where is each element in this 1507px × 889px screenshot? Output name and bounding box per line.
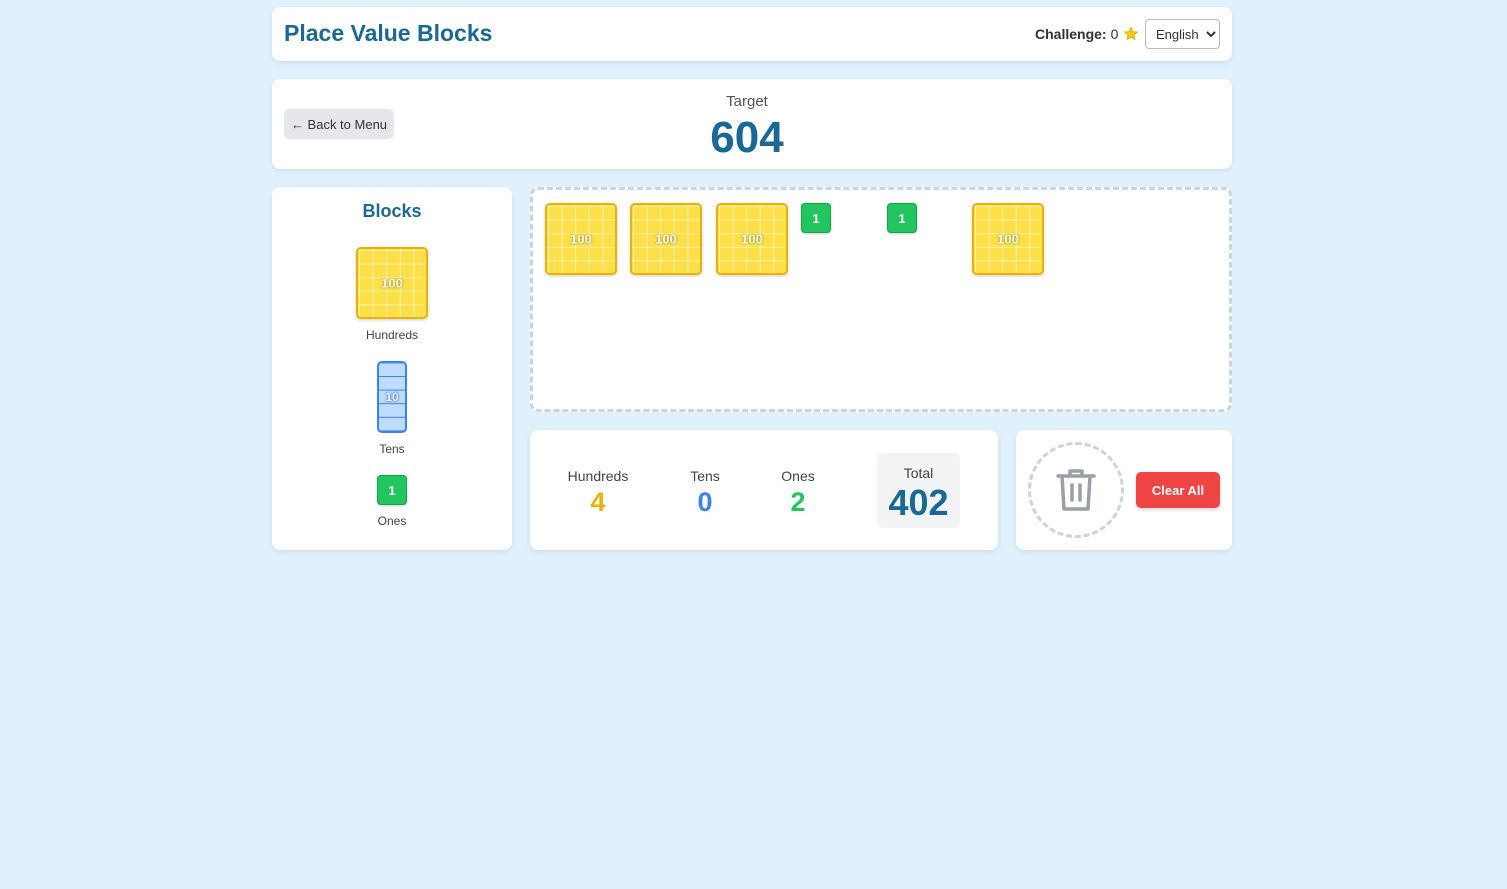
hundreds-block-text: 100 <box>381 275 403 291</box>
palette-ones-block[interactable]: 1 <box>377 475 407 505</box>
hundreds-count-value: 4 <box>590 487 606 517</box>
workspace-hundreds-block[interactable]: 100 <box>545 203 617 275</box>
workspace-hundreds-block[interactable]: 100 <box>630 203 702 275</box>
counts-panel: Hundreds 4 Tens 0 Ones 2 Total 402 <box>530 430 998 550</box>
palette-tens-label: Tens <box>379 442 405 456</box>
trash-panel: Clear All <box>1016 430 1232 550</box>
workspace-drop-area[interactable]: 100 100 100 1 1 100 <box>530 187 1232 412</box>
tens-block-text: 10 <box>385 390 399 404</box>
target-value: 604 <box>710 113 784 162</box>
challenge-counter: Challenge: 0 <box>1035 26 1139 42</box>
workspace-ones-block[interactable]: 1 <box>801 203 831 233</box>
app-title: Place Value Blocks <box>284 20 493 46</box>
palette-hundreds-block[interactable]: 100 <box>356 247 428 319</box>
palette-tens-block[interactable]: 10 <box>377 361 407 433</box>
block-value: 100 <box>997 231 1019 247</box>
ones-count-label: Ones <box>781 468 815 484</box>
palette-ones-label: Ones <box>377 514 407 528</box>
trash-icon <box>1056 469 1096 511</box>
target-label: Target <box>726 93 768 110</box>
blocks-palette: Blocks 100 Hundreds 10 Tens 1 Ones <box>272 187 512 550</box>
clear-all-button[interactable]: Clear All <box>1136 472 1220 508</box>
workspace-hundreds-block[interactable]: 100 <box>716 203 788 275</box>
total-box: Total 402 <box>877 453 960 528</box>
block-value: 100 <box>655 231 677 247</box>
total-label: Total <box>903 465 934 481</box>
challenge-label: Challenge: <box>1035 26 1107 42</box>
target-panel: ← Back to Menu Target 604 <box>272 79 1232 169</box>
workspace-ones-block[interactable]: 1 <box>887 203 917 233</box>
tens-count-value: 0 <box>697 487 713 517</box>
palette-hundreds-label: Hundreds <box>365 328 419 342</box>
tens-count-label: Tens <box>690 468 720 484</box>
header-bar: Place Value Blocks Challenge: 0 English <box>272 7 1232 61</box>
ones-count-value: 2 <box>790 487 806 517</box>
total-value: 402 <box>888 482 949 523</box>
language-select[interactable]: English <box>1145 19 1220 49</box>
trash-drop-zone[interactable] <box>1028 442 1124 538</box>
palette-title: Blocks <box>362 201 422 221</box>
hundreds-count-label: Hundreds <box>567 468 629 484</box>
challenge-value: 0 <box>1110 26 1119 42</box>
star-icon <box>1124 26 1139 41</box>
block-value: 100 <box>741 231 763 247</box>
block-value: 100 <box>570 231 592 247</box>
workspace-hundreds-block[interactable]: 100 <box>972 203 1044 275</box>
